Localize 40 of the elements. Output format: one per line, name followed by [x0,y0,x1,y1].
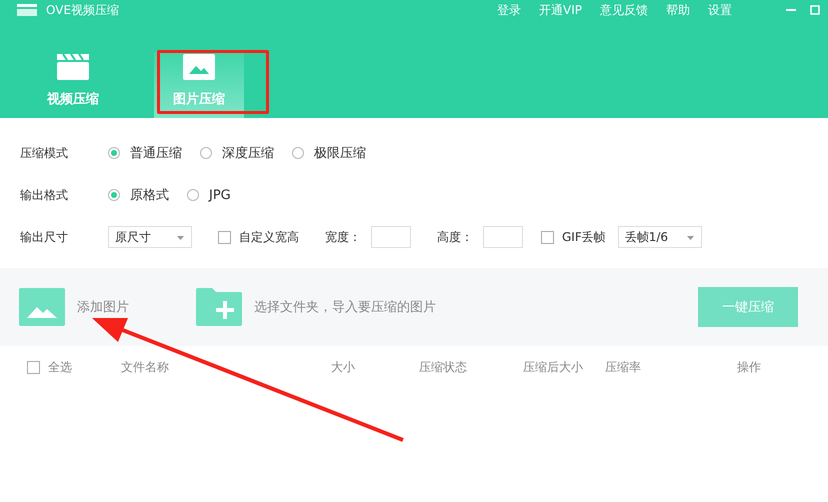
image-icon [183,54,215,80]
menu-link[interactable]: 意见反馈 [600,2,648,18]
radio-option[interactable]: 原格式 [108,186,169,204]
column-header: 大小 [331,358,356,376]
gif-checkbox[interactable]: GIF丢帧 [541,228,606,246]
radio-option[interactable]: JPG [187,188,231,202]
menu-link[interactable]: 帮助 [666,2,690,18]
column-header: 操作 [737,358,762,376]
menu-link[interactable]: 设置 [708,2,732,18]
caret-icon [686,236,694,240]
add-image-link[interactable]: 添加图片 [77,298,129,316]
folder-plus-icon[interactable] [196,288,242,326]
column-header: 文件名称 [121,358,170,376]
mode-tab[interactable]: 视频压缩 [28,52,118,118]
radio-option[interactable]: 深度压缩 [200,144,274,162]
radio-option[interactable]: 极限压缩 [292,144,366,162]
width-input[interactable] [371,226,411,248]
setting-label: 输出格式 [20,186,69,204]
frame-drop-dropdown[interactable]: 丢帧1/6 [618,226,702,248]
add-folder-link[interactable]: 选择文件夹，导入要压缩的图片 [254,298,436,316]
maximize-icon[interactable] [810,5,820,15]
column-header: 压缩后大小 [523,358,584,376]
height-input[interactable] [483,226,523,248]
window-title: OVE视频压缩 [46,2,120,18]
radio-option[interactable]: 普通压缩 [108,144,182,162]
width-label: 宽度： [325,228,361,246]
column-header: 压缩率 [605,358,642,376]
setting-label: 压缩模式 [20,144,69,162]
custom-size-checkbox[interactable]: 自定义宽高 [218,228,299,246]
column-header: 压缩状态 [419,358,468,376]
clapperboard-icon [57,54,89,80]
setting-label: 输出尺寸 [20,228,69,246]
app-logo-icon [16,3,38,17]
menu-link[interactable]: 登录 [497,2,522,18]
select-all-checkbox[interactable]: 全选 [27,358,121,376]
size-dropdown[interactable]: 原尺寸 [108,226,192,248]
height-label: 高度： [437,228,473,246]
image-icon[interactable] [19,288,65,326]
menu-link[interactable]: 开通VIP [539,2,582,18]
caret-icon [177,236,184,240]
